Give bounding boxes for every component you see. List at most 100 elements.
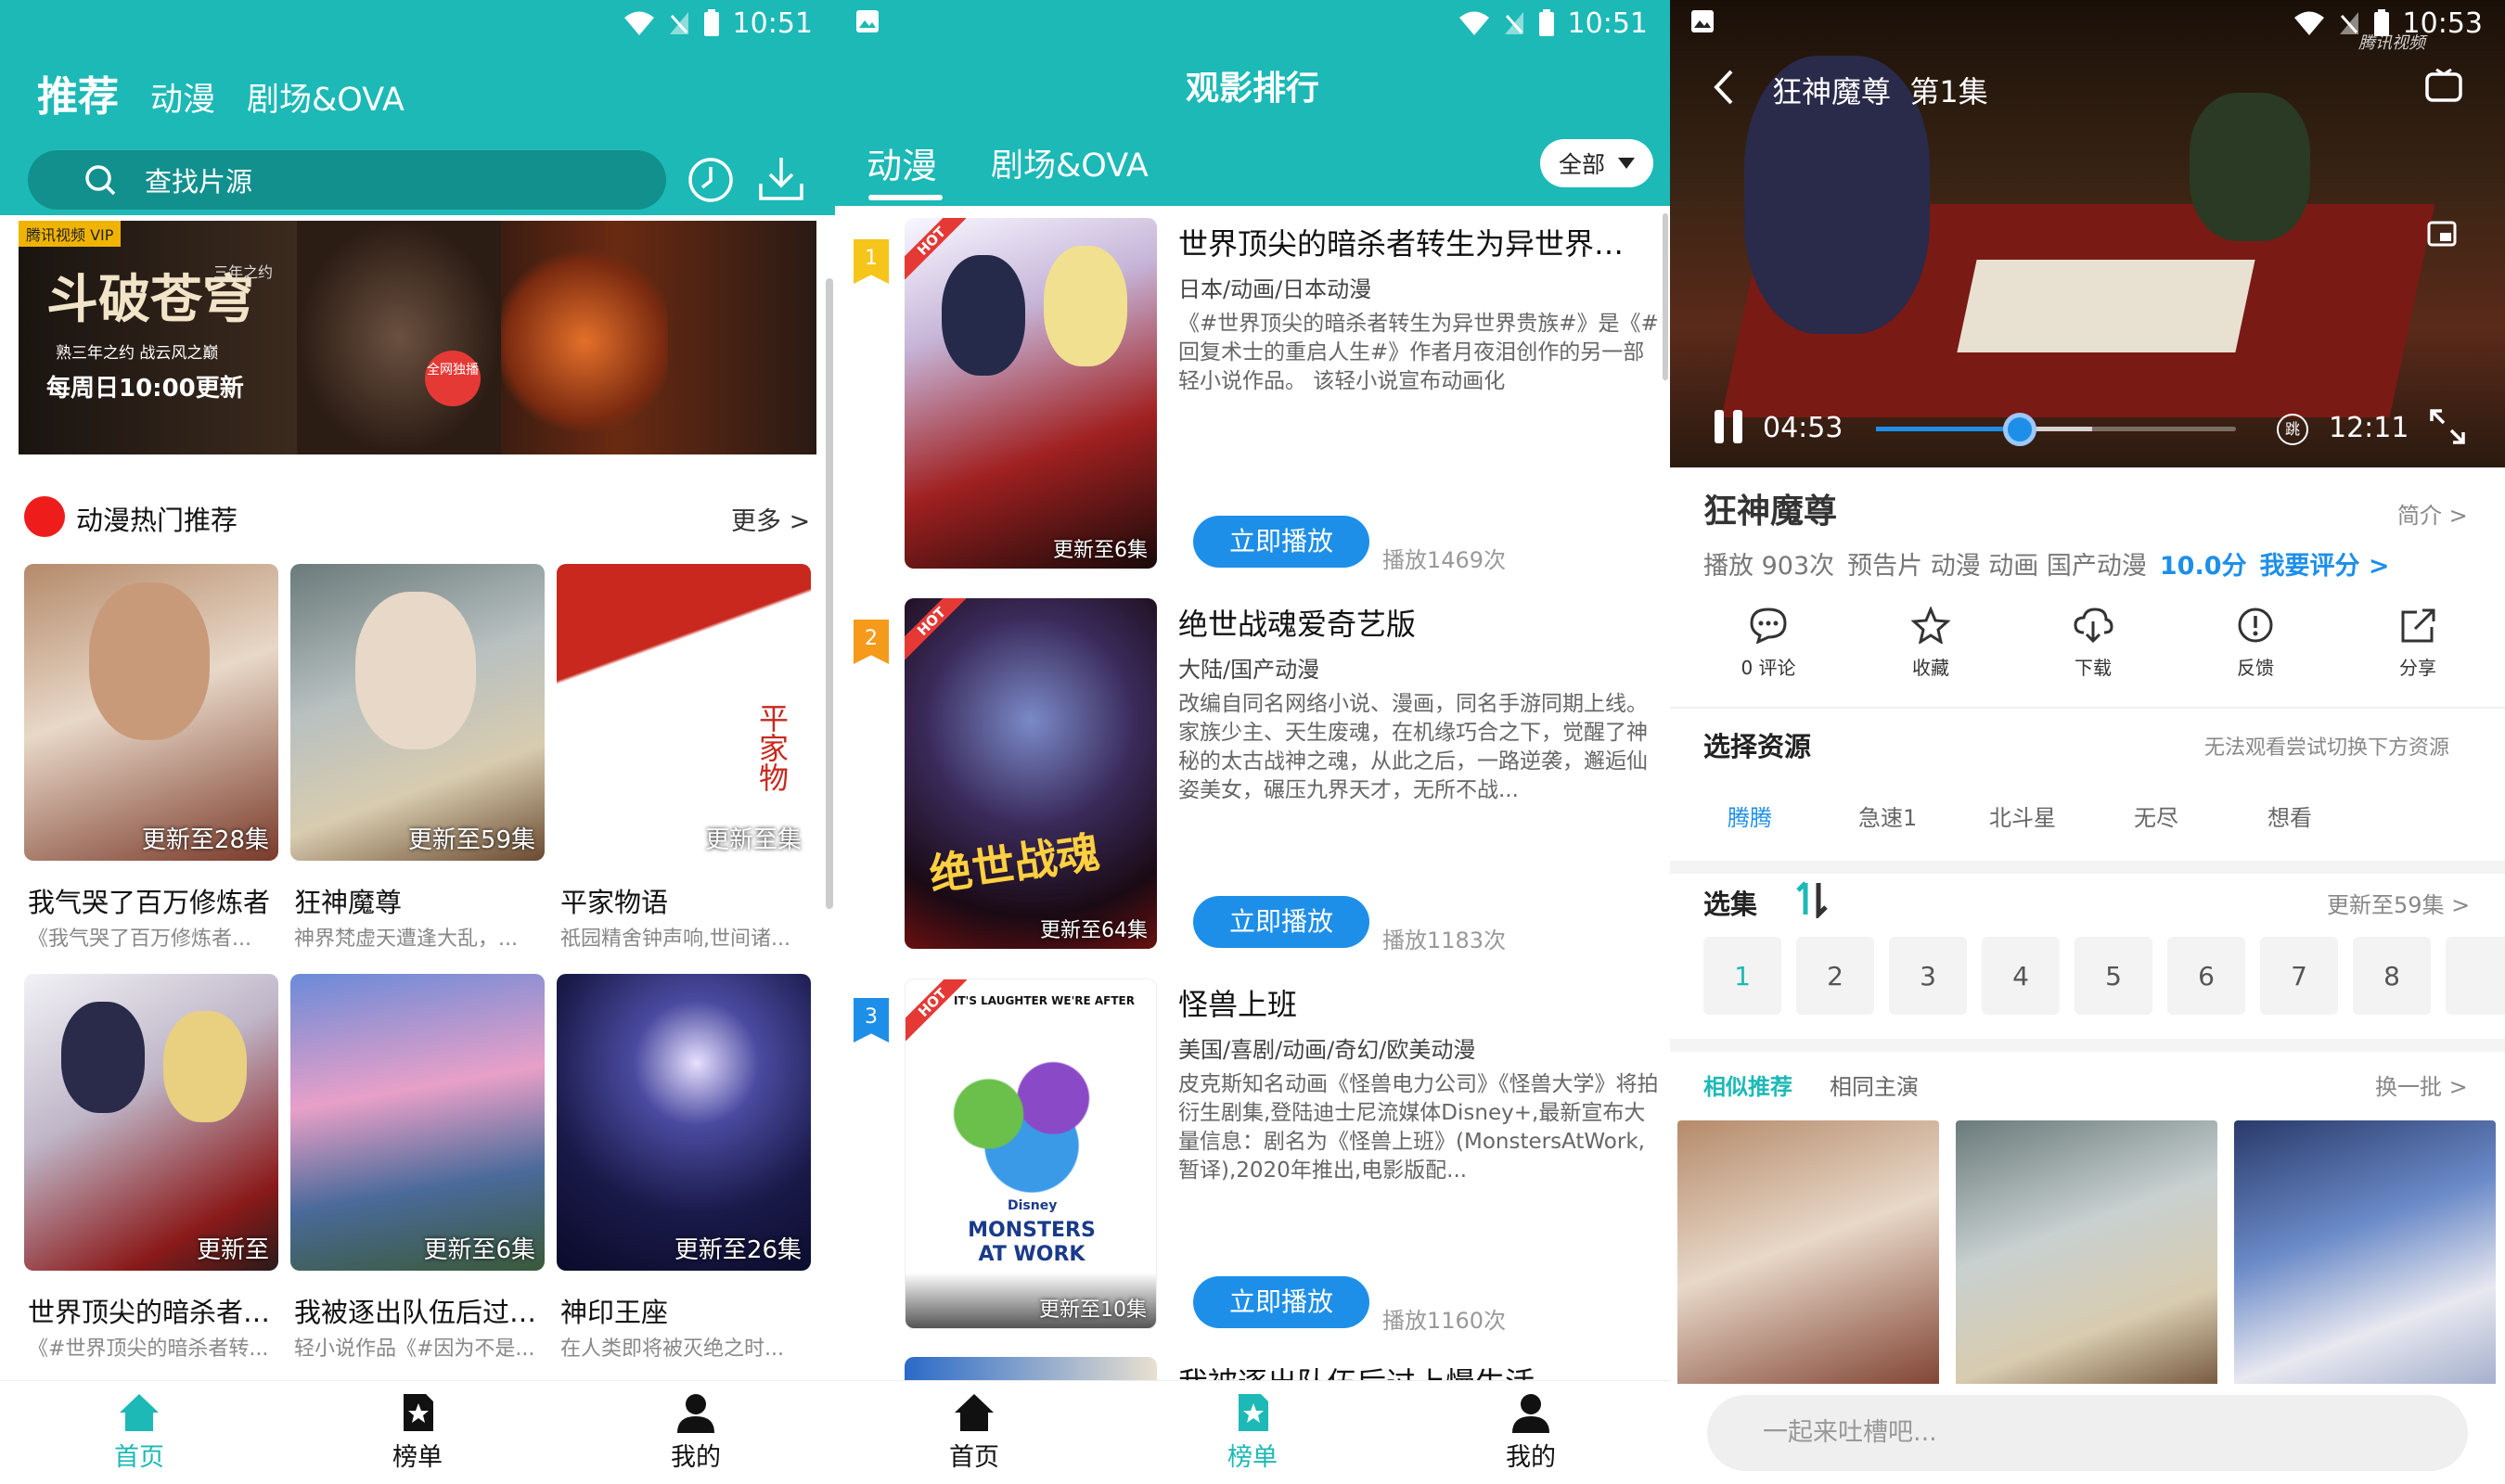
share-button[interactable]: 分享 xyxy=(2362,607,2473,680)
card-poster[interactable]: 更新至59集 xyxy=(290,564,545,861)
nav-ranking[interactable]: 榜单 xyxy=(1113,1381,1392,1484)
action-label: 反馈 xyxy=(2237,657,2274,679)
source-item[interactable]: 腾腾 xyxy=(1728,800,1858,832)
banner[interactable]: 腾讯视频 VIP 斗破苍穹 三年之约 熟三年之约 战云风之巅 每周日10:00更… xyxy=(19,221,816,454)
play-button[interactable]: 立即播放 xyxy=(1193,516,1369,568)
card-title[interactable]: 狂神魔尊 xyxy=(294,881,545,920)
play-button[interactable]: 立即播放 xyxy=(1193,1276,1369,1328)
episode-button[interactable]: 1 xyxy=(1703,937,1781,1015)
episode-button[interactable]: 6 xyxy=(2167,937,2245,1015)
rate-link[interactable]: 我要评分 > xyxy=(2260,545,2390,582)
nav-home[interactable]: 首页 xyxy=(835,1381,1113,1484)
hot-badge: HOT xyxy=(905,598,966,659)
poster-name: MONSTERS AT WORK xyxy=(968,1219,1096,1266)
search-input[interactable]: 查找片源 xyxy=(28,150,666,210)
episode-button[interactable]: 2 xyxy=(1796,937,1874,1015)
history-icon[interactable] xyxy=(687,156,735,204)
tab-ova[interactable]: 剧场&OVA xyxy=(991,139,1149,186)
clock: 10:51 xyxy=(1567,6,1648,40)
status-bar: 10:51 xyxy=(835,0,1670,46)
nav-label: 我的 xyxy=(671,1443,721,1472)
card-update: 更新至6集 xyxy=(423,1236,535,1264)
rank-poster[interactable]: HOT 绝世战魂 更新至64集 xyxy=(905,598,1157,949)
nav-home[interactable]: 首页 xyxy=(0,1381,278,1484)
episode-button[interactable] xyxy=(2446,937,2505,1015)
no-signal-icon xyxy=(669,12,688,34)
battery-icon xyxy=(2373,9,2389,36)
nav-mine[interactable]: 我的 xyxy=(1392,1381,1670,1484)
card-poster[interactable]: 更新至28集 xyxy=(24,564,278,861)
episode-number: 5 xyxy=(2105,960,2122,991)
tab-ova[interactable]: 剧场&OVA xyxy=(247,73,405,121)
card-poster[interactable]: 平家物 更新至集 xyxy=(557,564,811,861)
download-button[interactable]: 下载 xyxy=(2037,607,2149,680)
card-title[interactable]: 平家物语 xyxy=(560,881,811,920)
intro-link[interactable]: 简介 > xyxy=(2397,497,2468,530)
rank-title[interactable]: 绝世战魂爱奇艺版 xyxy=(1178,601,1651,644)
card-desc: 轻小说作品《#因为不是... xyxy=(294,1337,535,1361)
sort-icon[interactable] xyxy=(1794,879,1831,918)
nav-label: 首页 xyxy=(114,1443,164,1472)
rank-update: 更新至6集 xyxy=(1053,539,1148,562)
card-title[interactable]: 我被逐出队伍后过上... xyxy=(294,1291,549,1330)
episodes-update[interactable]: 更新至59集 > xyxy=(2327,887,2470,919)
favorite-button[interactable]: 收藏 xyxy=(1875,607,1986,680)
card-poster[interactable]: 更新至6集 xyxy=(290,974,545,1271)
comment-button[interactable]: 0 评论 xyxy=(1713,607,1824,680)
scrollbar[interactable] xyxy=(1663,213,1668,380)
banner-tagline: 熟三年之约 战云风之巅 xyxy=(56,344,219,363)
comment-input[interactable]: 一起来吐槽吧... xyxy=(1707,1395,2468,1471)
rec-poster[interactable] xyxy=(2234,1120,2496,1399)
card-title[interactable]: 我气哭了百万修炼者 xyxy=(28,881,278,920)
card-poster[interactable]: 更新至26集 xyxy=(557,974,811,1271)
back-icon[interactable] xyxy=(1713,69,1735,106)
rank-badge: 3 xyxy=(854,998,889,1043)
rank-title[interactable]: 怪兽上班 xyxy=(1178,981,1651,1024)
rec-poster[interactable] xyxy=(1677,1120,1939,1399)
rank-poster[interactable]: HOT 更新至6集 xyxy=(905,218,1157,569)
rank-title[interactable]: 世界顶尖的暗杀者转生为异世界贵族 xyxy=(1178,221,1651,263)
refresh-link[interactable]: 换一批 > xyxy=(2375,1068,2468,1101)
source-item[interactable]: 想看 xyxy=(2267,800,2360,832)
progress-track[interactable] xyxy=(1876,413,2236,446)
card-update: 更新至集 xyxy=(704,826,802,854)
feedback-button[interactable]: 反馈 xyxy=(2200,607,2311,680)
tab-anime[interactable]: 动漫 xyxy=(150,73,215,121)
nav-mine[interactable]: 我的 xyxy=(557,1381,835,1484)
nav-ranking[interactable]: 榜单 xyxy=(278,1381,557,1484)
episode-button[interactable]: 3 xyxy=(1889,937,1967,1015)
episode-button[interactable]: 8 xyxy=(2353,937,2431,1015)
tv-cast-icon[interactable] xyxy=(2425,69,2462,102)
episode-button[interactable]: 7 xyxy=(2260,937,2338,1015)
banner-subtitle: 三年之约 xyxy=(213,263,274,281)
tab-same-cast[interactable]: 相同主演 xyxy=(1830,1068,1919,1101)
fullscreen-icon[interactable] xyxy=(2429,408,2466,445)
action-label: 下载 xyxy=(2075,657,2112,679)
filter-dropdown[interactable]: 全部 xyxy=(1540,139,1653,187)
card-title[interactable]: 世界顶尖的暗杀者转... xyxy=(28,1291,283,1330)
rank-desc: 改编自同名网络小说、漫画，同名手游同期上线。家族少主、天生废魂，在机缘巧合之下，… xyxy=(1178,692,1648,802)
progress-handle[interactable] xyxy=(2003,413,2037,446)
download-icon[interactable] xyxy=(757,154,805,204)
rec-poster[interactable] xyxy=(1956,1120,2217,1399)
pause-icon[interactable] xyxy=(1713,408,1744,445)
source-item[interactable]: 急速1 xyxy=(1858,800,1989,832)
tab-anime[interactable]: 动漫 xyxy=(867,137,937,188)
tab-recommend[interactable]: 推荐 xyxy=(37,63,119,122)
episode-button[interactable]: 4 xyxy=(1982,937,2060,1015)
card-desc: 祇园精舍钟声响,世间诸... xyxy=(560,928,790,951)
scrollbar[interactable] xyxy=(826,278,833,909)
episode-number: 8 xyxy=(2383,960,2400,991)
card-title[interactable]: 神印王座 xyxy=(560,1291,811,1330)
search-icon xyxy=(85,165,116,196)
pip-icon[interactable] xyxy=(2427,221,2457,247)
source-item[interactable]: 北斗星 xyxy=(1989,800,2134,832)
more-link[interactable]: 更多 > xyxy=(731,501,810,537)
play-button[interactable]: 立即播放 xyxy=(1193,896,1369,948)
card-poster[interactable]: 更新至 xyxy=(24,974,278,1271)
tab-similar[interactable]: 相似推荐 xyxy=(1703,1068,1792,1101)
source-item[interactable]: 无尽 xyxy=(2134,800,2267,832)
skip-button[interactable]: 跳 xyxy=(2277,414,2308,445)
rank-poster[interactable]: HOT IT'S LAUGHTER WE'RE AFTER Disney MON… xyxy=(905,979,1157,1329)
episode-button[interactable]: 5 xyxy=(2075,937,2152,1015)
